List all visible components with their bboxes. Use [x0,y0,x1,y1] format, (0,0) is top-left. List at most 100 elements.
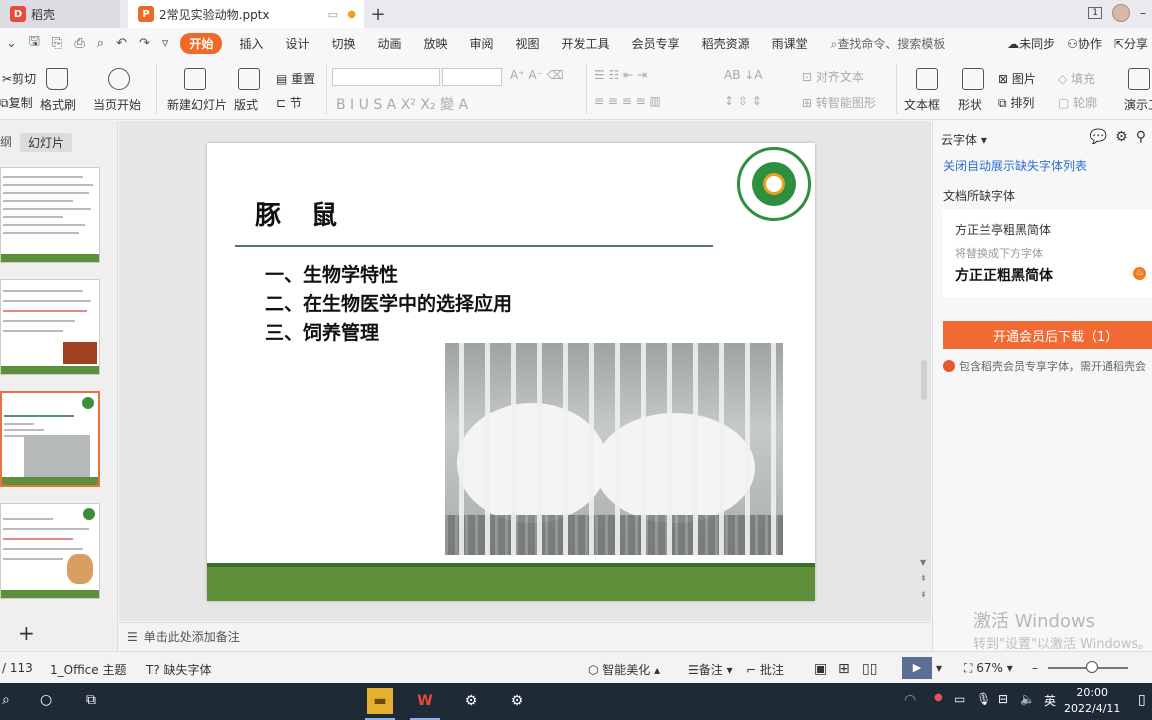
next-slide-icon[interactable]: ⇟ [920,590,927,599]
text-direction-icons[interactable]: AB ↓A [724,68,763,82]
task-view-icon[interactable]: ⧉ [86,692,96,708]
menu-slideshow[interactable]: 放映 [413,35,459,52]
monitor-icon[interactable]: ▭ [328,8,338,21]
menu-animations[interactable]: 动画 [366,35,412,52]
comments-toggle[interactable]: ⌐ 批注 [746,661,784,678]
smart-beautify-button[interactable]: ⬡ 智能美化 ▴ [588,661,660,678]
layout-button[interactable]: 版式 [234,96,258,113]
slide-title[interactable]: 豚鼠 [255,195,367,232]
print-preview-icon[interactable]: ⌕ [97,36,104,51]
tab-home[interactable]: D 稻壳 [0,0,120,28]
comment-icon[interactable]: 💬 [1090,129,1107,145]
copy-button[interactable]: ⧉复制 [0,94,33,111]
line-spacing-icons[interactable]: ↕ ⇳ ⇕ [724,94,762,108]
app-icon[interactable]: ⚙ [458,688,484,714]
slide-thumbnail-selected[interactable] [0,391,100,487]
scroll-down-icon[interactable]: ▼ [920,558,926,567]
format-painter-button[interactable]: 格式刷 [40,96,76,113]
share-button[interactable]: ⇱分享 [1114,35,1148,52]
add-slide-button[interactable]: + [18,621,35,645]
notes-bar[interactable]: ☰ 单击此处添加备注 [119,622,931,650]
search-icon[interactable]: ⌕ [2,692,10,708]
page-indicator[interactable]: / 113 [2,661,33,675]
play-current-button[interactable]: 当页开始 [93,96,141,113]
clock[interactable]: 20:00 2022/4/11 [1064,685,1120,717]
shapes-button[interactable]: 形状 [958,96,982,113]
menu-member[interactable]: 会员专享 [621,35,691,52]
arrange-button[interactable]: ⧉ 排列 [998,94,1034,111]
close-missing-font-list-link[interactable]: 关闭自动展示缺失字体列表 [943,157,1087,174]
zoom-slider-knob[interactable] [1086,661,1098,673]
new-tab-button[interactable]: + [364,0,392,28]
page-count-box[interactable]: 1 [1088,7,1102,19]
textbox-button[interactable]: 文本框 [904,96,940,113]
play-options-icon[interactable]: ▾ [936,661,942,675]
undo-icon[interactable]: ↶ [116,36,127,51]
slide-thumbnail[interactable] [0,503,100,599]
scroll-thumb[interactable] [921,360,927,400]
notes-placeholder[interactable]: 单击此处添加备注 [144,628,240,645]
paragraph-align-icons[interactable]: ≡ ≡ ≡ ≡ ▥ [594,94,661,108]
notes-toggle[interactable]: ☰备注 ▾ [688,661,733,678]
collab-button[interactable]: ⚇协作 [1067,35,1102,52]
menu-view[interactable]: 视图 [505,35,551,52]
font-size-tools-icon[interactable]: A⁺ A⁻ ⌫ [510,68,564,82]
network-icon[interactable]: ⊟ [998,692,1008,706]
presenter-button[interactable]: 演示工 [1124,96,1152,113]
menu-docer[interactable]: 稻壳资源 [691,35,761,52]
slide-bullets[interactable]: 一、生物学特性 二、在生物医学中的选择应用 三、饲养管理 [265,261,512,348]
zoom-out-icon[interactable]: – [1032,661,1038,675]
record-icon[interactable]: ● [934,692,943,703]
vertical-scrollbar[interactable]: ▼ ⇞ ⇟ [918,130,930,610]
avatar[interactable] [1112,4,1130,22]
mic-icon[interactable]: 🎙 [976,692,991,706]
app-icon[interactable]: ⚙ [504,688,530,714]
more-quick-icon[interactable]: ▿ [162,36,169,51]
file-explorer-icon[interactable]: ▬ [367,688,393,714]
tab-outline[interactable]: 纲 [0,133,12,152]
menu-rain-classroom[interactable]: 雨课堂 [761,35,819,52]
export-pdf-icon[interactable]: ⎘ [52,36,62,51]
text-format-icons[interactable]: B I U S A X² X₂ 變 A [336,94,468,114]
menu-developer[interactable]: 开发工具 [551,35,621,52]
pane-title[interactable]: 云字体 ▾ [941,131,987,148]
prev-slide-icon[interactable]: ⇞ [920,574,927,583]
menu-insert[interactable]: 插入 [228,35,274,52]
save-icon[interactable]: 🖫 [29,32,40,54]
cortana-icon[interactable]: ○ [40,692,52,708]
wifi-icon[interactable]: ◠ [904,692,916,708]
chevron-icon[interactable]: ⌄ [6,36,17,51]
wps-icon[interactable]: W [412,688,438,714]
missing-font-status[interactable]: T? 缺失字体 [146,661,212,678]
menu-home[interactable]: 开始 [180,32,223,54]
battery-icon[interactable]: ▭ [954,692,965,706]
list-icons[interactable]: ☰ ☷ ⇤ ⇥ [594,68,647,82]
align-text-button[interactable]: ⊡ 对齐文本 [802,68,864,85]
command-search[interactable]: ⌕查找命令、搜索模板 [831,35,946,52]
smartart-button[interactable]: ⊞ 转智能图形 [802,94,876,111]
missing-font-card[interactable]: 方正兰亭粗黑简体 将替换成下方字体 方正正粗黑简体 ♨ [943,209,1152,297]
redo-icon[interactable]: ↷ [139,36,150,51]
print-icon[interactable]: ⎙ [74,36,84,51]
picture-button[interactable]: ⊠ 图片 [998,70,1036,87]
cut-button[interactable]: ✂剪切 [2,70,36,87]
reading-view-icon[interactable]: ▯▯ [862,661,877,677]
tab-slides[interactable]: 幻灯片 [20,133,73,152]
reset-button[interactable]: ▤ 重置 [276,70,315,87]
tab-document[interactable]: P 2常见实验动物.pptx ▭ ● [128,0,364,28]
pin-icon[interactable]: ⚲ [1136,129,1146,145]
font-family-select[interactable] [332,68,440,86]
normal-view-icon[interactable]: ▣ [814,661,827,677]
current-slide[interactable]: 豚鼠 一、生物学特性 二、在生物医学中的选择应用 三、饲养管理 [207,143,815,601]
settings-icon[interactable]: ⚙ [1115,129,1128,145]
volume-icon[interactable]: 🔈 [1020,692,1035,706]
download-fonts-button[interactable]: 开通会员后下载（1） [943,321,1152,349]
section-button[interactable]: ⊏ 节 [276,94,302,111]
ime-indicator[interactable]: 英 [1044,692,1056,709]
minimize-icon[interactable]: – [1140,6,1146,20]
menu-design[interactable]: 设计 [274,35,320,52]
menu-review[interactable]: 审阅 [459,35,505,52]
guinea-pig-photo[interactable] [445,343,783,555]
slide-thumbnail[interactable] [0,279,100,375]
play-slideshow-button[interactable]: ▶ [902,657,932,679]
